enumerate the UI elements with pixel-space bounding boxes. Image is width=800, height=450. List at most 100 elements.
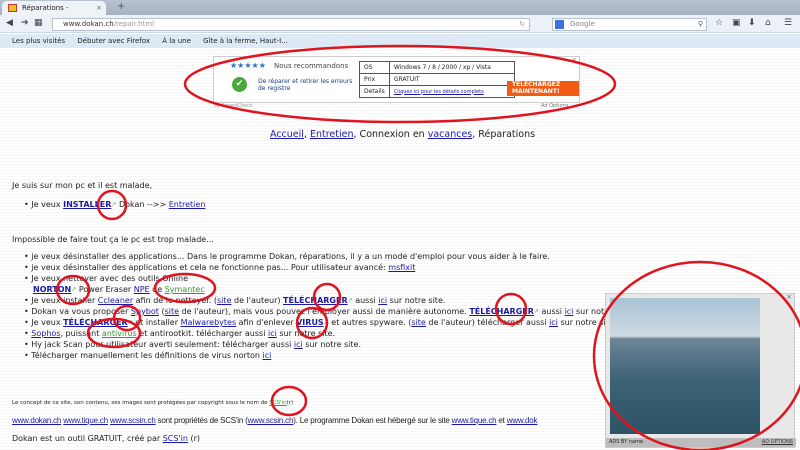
- registry-ad[interactable]: ★★★★★ Nous recommandons ✔ De réparer et …: [213, 56, 580, 103]
- main-nav: Accueil, Entretien, Connexion en vacance…: [270, 129, 536, 140]
- list-item: Je veux installer Ccleaner afin de le ne…: [24, 295, 445, 306]
- google-icon: [555, 20, 564, 29]
- nav-text: , Réparations: [472, 129, 536, 140]
- rating-stars: ★★★★★: [230, 61, 266, 70]
- ad-options-link[interactable]: AD OPTIONS: [762, 438, 793, 447]
- virus-link[interactable]: VIRUS: [296, 318, 324, 327]
- ici-link[interactable]: ici: [268, 329, 277, 338]
- ici-link[interactable]: ici: [378, 296, 387, 305]
- search-icon[interactable]: ⚲: [698, 19, 703, 30]
- footer-links: www.dokan.ch www.tique.ch www.scsin.ch s…: [12, 416, 538, 425]
- clipboard-icon[interactable]: ▣: [732, 18, 741, 28]
- cell: OS: [359, 61, 390, 74]
- section-heading: Je suis sur mon pc et il est malade,: [12, 181, 153, 190]
- ici-link[interactable]: ici: [294, 340, 303, 349]
- tique-link[interactable]: www.tique.ch: [452, 416, 497, 425]
- video-ad[interactable]: × ADS BY name AD OPTIONS: [605, 293, 796, 448]
- favicon-icon: [8, 4, 17, 12]
- home-icon[interactable]: ⌂: [765, 18, 771, 28]
- telecharger-link[interactable]: TÉLÉCHARGER: [283, 296, 348, 305]
- back-button[interactable]: ◀: [6, 18, 13, 28]
- nav-text: , Connexion en: [353, 129, 428, 140]
- nav-entretien[interactable]: Entretien: [310, 129, 354, 140]
- bookmarks-bar: Les plus visités Débuter avec Firefox À …: [0, 34, 800, 48]
- list-item: Je veux TÉLÉCHARGER↗ et installer Malwar…: [24, 317, 616, 328]
- spybot-link[interactable]: Spybot: [131, 307, 159, 316]
- section-heading: Impossible de faire tout ça le pc est tr…: [12, 235, 214, 244]
- ici-link[interactable]: ici: [263, 351, 272, 360]
- ad-options-link[interactable]: Ad Options: [541, 103, 568, 109]
- list-item: Je veux INSTALLER↗ Dokan -->> Entretien: [24, 199, 205, 210]
- entretien-link[interactable]: Entretien: [169, 200, 206, 209]
- star-bookmark-icon[interactable]: ☆: [715, 18, 723, 28]
- close-tab-icon[interactable]: ×: [96, 1, 102, 15]
- bookmark-item[interactable]: Débuter avec Firefox: [77, 37, 150, 45]
- scsin-site-link[interactable]: www.scsin.ch: [110, 416, 156, 425]
- site-link[interactable]: site: [411, 318, 425, 327]
- npe-link[interactable]: NPE: [134, 285, 150, 294]
- scsin-site-link[interactable]: www.scsin.ch: [248, 416, 294, 425]
- site-link[interactable]: site: [217, 296, 231, 305]
- msfixit-link[interactable]: msfixit: [388, 263, 415, 272]
- bookmark-item[interactable]: À la une: [162, 37, 191, 45]
- cell: Windows 7 / 8 / 2000 / xp / Vista: [388, 61, 515, 74]
- antivirus-link[interactable]: antivirus: [102, 329, 137, 338]
- search-input[interactable]: Google ⚲: [552, 18, 707, 31]
- download-icon[interactable]: ⬇: [748, 18, 756, 28]
- list-item: Télécharger manuellement les définitions…: [24, 350, 271, 361]
- checkmark-icon: ✔: [232, 77, 247, 92]
- dokan-link[interactable]: www.dokan.ch: [12, 416, 61, 425]
- menu-icon[interactable]: ☰: [784, 18, 792, 28]
- list-item: je veux désinstaller des applications et…: [24, 262, 415, 273]
- close-ad-icon[interactable]: ×: [786, 293, 792, 301]
- ici-link[interactable]: ici: [549, 318, 558, 327]
- reload-icon[interactable]: ↻: [519, 19, 525, 30]
- url-bar[interactable]: www.dokan.ch/repair.html ↻: [52, 18, 530, 31]
- url-path: /repair.html: [113, 20, 155, 28]
- free-text: Dokan est un outil GRATUIT, créé par SCS…: [12, 434, 200, 443]
- nav-accueil[interactable]: Accueil: [270, 129, 304, 140]
- sophos-link[interactable]: Sophos: [31, 329, 60, 338]
- ad-tagline: De réparer et retirer les erreurs de reg…: [258, 78, 353, 92]
- ad-recommend: Nous recommandons: [274, 62, 349, 70]
- site-link[interactable]: site: [165, 307, 179, 316]
- forward-button[interactable]: ➔: [21, 18, 29, 28]
- list-item: je veux désinstaller des applications...…: [24, 251, 550, 262]
- nav-bar: ◀ ➔ ▦ www.dokan.ch/repair.html ↻ Google ⚲ …: [0, 15, 800, 33]
- tique-link[interactable]: www.tique.ch: [63, 416, 108, 425]
- telecharger-link[interactable]: TÉLÉCHARGER: [469, 307, 534, 316]
- tab-active[interactable]: Réparations - Dépannage -...×: [2, 1, 106, 26]
- nav-vacances[interactable]: vacances: [428, 129, 473, 140]
- cell: GRATUIT: [388, 73, 515, 86]
- close-ad-icon[interactable]: ×: [571, 56, 577, 64]
- bookmark-item[interactable]: Gîte à la ferme, Haut-I...: [203, 37, 288, 45]
- norton-link[interactable]: NORTON: [33, 285, 71, 294]
- cell: Prix: [359, 73, 390, 86]
- video-ad-bar: ADS BY name AD OPTIONS: [606, 438, 796, 447]
- ad-table: OS Windows 7 / 8 / 2000 / xp / Vista Prix…: [359, 61, 515, 98]
- symantec-link[interactable]: Symantec: [165, 285, 205, 294]
- list-item: Je veux nettoyer avec des outils Online: [24, 273, 188, 284]
- scsin-link[interactable]: SCS'in: [269, 400, 286, 406]
- tab-bar: Réparations - Dépannage -...× +: [0, 0, 800, 26]
- ccleaner-link[interactable]: Ccleaner: [98, 296, 133, 305]
- ads-by: ADS BY name: [609, 439, 644, 445]
- malwarebytes-link[interactable]: Malwarebytes: [181, 318, 237, 327]
- list-item: Dokan va vous proposer Spybot (site de l…: [24, 306, 631, 317]
- statue-of-liberty-image[interactable]: [610, 298, 760, 434]
- installer-link[interactable]: INSTALLER: [63, 200, 111, 209]
- copyright-text: Le concept de ce site, son contenu, ses …: [12, 400, 294, 406]
- list-item: Hy jack Scan pour utilisateur averti seu…: [24, 339, 361, 350]
- list-item-cont: NORTON↗ Power Eraser NPE de Symantec: [33, 285, 205, 294]
- ad-brand: by SpeedCheck: [214, 103, 253, 109]
- cell: Details: [359, 85, 390, 98]
- dokan-link[interactable]: www.dok: [507, 416, 538, 425]
- history-icon[interactable]: ▦: [34, 18, 43, 28]
- details-link[interactable]: Cliquez ici pour les détails complets: [388, 85, 515, 98]
- scsin-link[interactable]: SCS'in: [163, 434, 188, 443]
- list-item: Sophos, puissant antivirus et antirootki…: [24, 328, 335, 339]
- download-now-button[interactable]: TÉLÉCHARGEZ MAINTENANT!: [507, 81, 579, 96]
- bookmark-item[interactable]: Les plus visités: [12, 37, 65, 45]
- new-tab-button[interactable]: +: [117, 0, 125, 14]
- telecharger-link[interactable]: TÉLÉCHARGER: [63, 318, 128, 327]
